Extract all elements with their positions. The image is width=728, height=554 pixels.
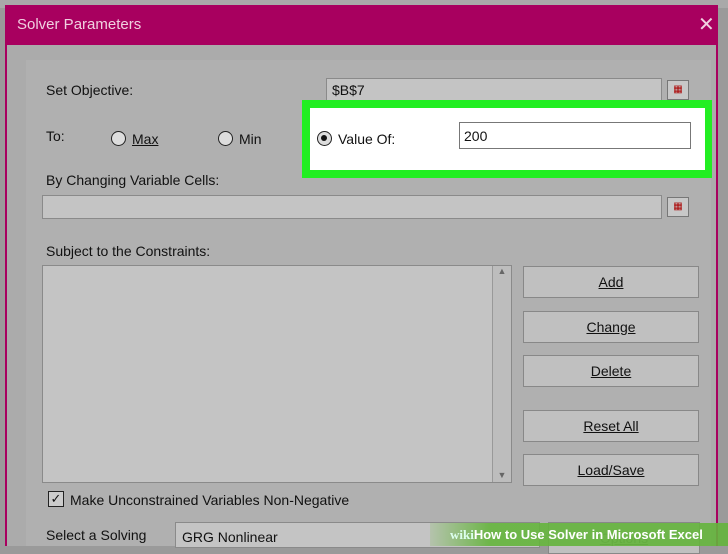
set-objective-input[interactable]: $B$7 (326, 78, 662, 102)
dialog-title: Solver Parameters (17, 16, 142, 33)
max-label: Max (132, 131, 159, 147)
min-radio[interactable] (218, 131, 233, 146)
load-save-button[interactable]: Load/Save (523, 454, 699, 486)
constraints-scrollbar[interactable]: ▲ ▼ (492, 266, 511, 482)
changing-cells-input[interactable] (42, 195, 662, 219)
change-button[interactable]: Change (523, 311, 699, 343)
constraints-label: Subject to the Constraints: (46, 243, 211, 259)
reset-all-button[interactable]: Reset All (523, 410, 699, 442)
watermark-wiki: wiki (450, 527, 474, 542)
nonneg-checkbox[interactable]: ✓ (48, 491, 64, 507)
solving-method-label: Select a Solving (46, 527, 147, 543)
close-icon[interactable]: ✕ (698, 12, 715, 37)
value-of-radio[interactable] (317, 131, 332, 146)
wikihow-watermark: wikiHow to Use Solver in Microsoft Excel (430, 523, 728, 546)
scroll-down-icon[interactable]: ▼ (493, 470, 511, 480)
changing-cells-label: By Changing Variable Cells: (46, 172, 220, 188)
set-objective-label: Set Objective: (46, 82, 134, 98)
scroll-up-icon[interactable]: ▲ (493, 266, 511, 276)
value-of-input[interactable]: 200 (459, 122, 691, 149)
add-button[interactable]: Add (523, 266, 699, 298)
min-label: Min (239, 131, 262, 147)
nonneg-label: Make Unconstrained Variables Non-Negativ… (70, 492, 350, 508)
max-radio[interactable] (111, 131, 126, 146)
delete-button[interactable]: Delete (523, 355, 699, 387)
constraints-list[interactable] (42, 265, 512, 483)
to-label: To: (46, 128, 65, 144)
range-select-icon[interactable]: ▦ (667, 197, 689, 217)
watermark-text: How to Use Solver in Microsoft Excel (473, 527, 703, 542)
range-select-icon[interactable]: ▦ (667, 80, 689, 100)
value-of-label: Value Of: (338, 131, 396, 147)
